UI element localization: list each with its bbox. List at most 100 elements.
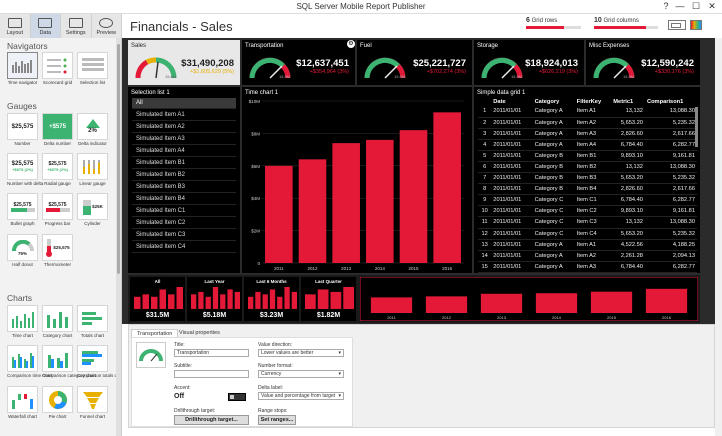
navigator-timeline[interactable]: 2011 2012 2013 2014 2015 2016 bbox=[360, 277, 698, 321]
grid-rows-control[interactable]: 6 Grid rows bbox=[526, 17, 557, 24]
table-row[interactable]: 13 2011/01/01 Category A Item A1 4,522.56 4,1… bbox=[478, 239, 697, 251]
grid-column-header[interactable]: Metric1 bbox=[611, 97, 645, 106]
kpi-sales[interactable]: Sales 15.8M $31,490,208 +$1,605,629 (5%) bbox=[128, 40, 240, 85]
kpi-misc-expenses[interactable]: Misc Expenses 15.9M $12,590,242 +$330,17… bbox=[586, 40, 700, 85]
table-row[interactable]: 5 2011/01/01 Category B Item B1 9,893.10 9,16… bbox=[478, 150, 697, 162]
selection-list-item[interactable]: Simulated Item A3 bbox=[132, 134, 236, 145]
selection-list-item[interactable]: Simulated Item C1 bbox=[132, 206, 236, 217]
grid-rows-slider[interactable] bbox=[526, 26, 581, 29]
tab-settings[interactable]: Settings bbox=[61, 14, 92, 38]
table-row[interactable]: 10 2011/01/01 Category C Item C2 9,893.10 9,1… bbox=[478, 205, 697, 218]
set-ranges-button[interactable]: Set ranges... bbox=[258, 415, 296, 425]
scrollbar-thumb[interactable] bbox=[117, 44, 120, 274]
time-chart[interactable]: 0 $2M $4M $6M $8M $10M 2011 2012 2013 2014 2015 201… bbox=[242, 87, 472, 273]
tile-delta-indicator[interactable]: 2% Delta indicator bbox=[77, 113, 108, 148]
tile-funnel-chart[interactable]: Funnel chart bbox=[77, 386, 108, 421]
table-row[interactable]: 6 2011/01/01 Category B Item B2 13,132 13,088… bbox=[478, 161, 697, 174]
grid-column-header[interactable]: Category bbox=[533, 97, 575, 106]
tab-preview[interactable]: Preview bbox=[92, 14, 122, 38]
gallery-scrollbar[interactable] bbox=[116, 38, 121, 436]
time-chart-bar[interactable] bbox=[433, 112, 461, 263]
table-row[interactable]: 162011/01/01Category AItem A49,893.109,1… bbox=[478, 272, 697, 273]
selection-list-item[interactable]: All bbox=[132, 98, 236, 109]
table-row[interactable]: 3 2011/01/01 Category A Item A3 2,826.60 2,61… bbox=[478, 128, 697, 140]
tile-comparison-category-chart[interactable]: Comparison category chart bbox=[42, 345, 96, 380]
time-chart-bar[interactable] bbox=[366, 139, 394, 263]
table-row[interactable]: 4 2011/01/01 Category A Item A4 6,784.40 6,28… bbox=[478, 139, 697, 151]
tile-time-chart[interactable]: Time chart bbox=[7, 305, 38, 340]
tile-selection-list[interactable]: Selection list bbox=[77, 52, 108, 87]
table-row[interactable]: 8 2011/01/01 Category B Item B4 2,826.60 2,61… bbox=[478, 183, 697, 196]
canvas-scrollbar[interactable] bbox=[715, 38, 722, 436]
close-button[interactable]: ✕ bbox=[704, 1, 720, 12]
device-layout-icon[interactable] bbox=[668, 20, 686, 30]
selection-list-item[interactable]: Simulated Item B2 bbox=[132, 170, 236, 181]
grid-columns-slider[interactable] bbox=[594, 26, 658, 29]
color-palette-icon[interactable] bbox=[690, 20, 702, 30]
selection-list-item[interactable]: Simulated Item C4 bbox=[132, 242, 236, 253]
tile-linear-gauge[interactable]: Linear gauge bbox=[77, 153, 108, 188]
selection-list-item[interactable]: Simulated Item A2 bbox=[132, 122, 236, 133]
minimize-button[interactable]: — bbox=[672, 1, 688, 11]
title-input[interactable]: Transportation bbox=[174, 349, 249, 357]
tile-progress-bar[interactable]: $25,575 Progress bar bbox=[42, 193, 73, 228]
tile-thermometer[interactable]: $25,575 Thermometer bbox=[42, 234, 73, 269]
tile-bullet-graph[interactable]: $25,575 Bullet graph bbox=[7, 193, 38, 228]
table-row[interactable]: 2 2011/01/01 Category A Item A2 5,653.20 5,23… bbox=[478, 117, 697, 129]
time-chart-bar[interactable] bbox=[399, 130, 428, 263]
time-chart-bar[interactable] bbox=[265, 165, 293, 263]
table-row[interactable]: 7 2011/01/01 Category B Item B3 5,653.20 5,23… bbox=[478, 172, 697, 185]
grid-columns-control[interactable]: 10 Grid columns bbox=[594, 17, 639, 24]
tile-totals-chart[interactable]: Totals chart bbox=[77, 305, 108, 340]
subtitle-input[interactable] bbox=[174, 370, 249, 378]
table-row[interactable]: 15 2011/01/01 Category A Item A3 6,784.40 6,2… bbox=[478, 261, 697, 273]
drillthrough-button[interactable]: Drillthrough target... bbox=[174, 415, 249, 425]
table-row[interactable]: 11 2011/01/01 Category C Item C3 13,132 13,08… bbox=[478, 216, 697, 229]
selection-list-item[interactable]: Simulated Item A1 bbox=[132, 110, 236, 121]
table-row[interactable]: 12 2011/01/01 Category C Item C4 5,653.20 5,2… bbox=[478, 228, 697, 240]
table-row[interactable]: 9 2011/01/01 Category C Item C1 6,784.40 6,28… bbox=[478, 194, 697, 207]
tile-time-navigator[interactable]: Time navigator bbox=[7, 52, 38, 87]
delta-label-select[interactable]: Value and percentage from target ▾ bbox=[258, 392, 344, 400]
kpi-fuel[interactable]: Fuel 15.9M $25,221,727 +$702,274 (3%) bbox=[357, 40, 472, 85]
tile-scorecard-grid[interactable]: Scorecard grid bbox=[42, 52, 73, 87]
grid-column-header[interactable]: FilterKey bbox=[575, 97, 612, 106]
number-format-select[interactable]: Currency ▾ bbox=[258, 370, 344, 378]
tab-layout[interactable]: Layout bbox=[0, 14, 31, 38]
accent-toggle[interactable] bbox=[228, 393, 246, 401]
gear-icon[interactable]: ⚙ bbox=[347, 40, 355, 48]
grid-column-header[interactable]: Comparison1 bbox=[645, 97, 697, 106]
tile-number[interactable]: $25,575 Number bbox=[7, 113, 38, 148]
selection-list-item[interactable]: Simulated Item C2 bbox=[132, 218, 236, 229]
tile-cylinder[interactable]: $25K Cylinder bbox=[77, 193, 108, 228]
tile-waterfall-chart[interactable]: Waterfall chart bbox=[7, 386, 38, 421]
grid-column-header[interactable]: Date bbox=[491, 97, 532, 106]
tile-comparison-totals-chart[interactable]: Comparison totals chart bbox=[77, 345, 121, 380]
tile-comparison-time-chart[interactable]: Comparison time chart bbox=[7, 345, 52, 380]
tile-number-with-delta[interactable]: $25,575 +$575 (2%) Number with delta bbox=[7, 153, 43, 188]
tile-half-donut[interactable]: 75% Half donut bbox=[7, 234, 38, 269]
table-row[interactable]: 1 2011/01/01 Category A Item A1 13,132 13,088… bbox=[478, 106, 697, 118]
time-range-tile[interactable]: Last Quarter $1.82M bbox=[301, 277, 356, 321]
selection-list-item[interactable]: Simulated Item B4 bbox=[132, 194, 236, 205]
time-range-tile[interactable]: All $31.5M bbox=[130, 277, 185, 321]
time-range-tile[interactable]: Last 6 Months $3.23M bbox=[244, 277, 299, 321]
tile-category-chart[interactable]: Category chart bbox=[42, 305, 73, 340]
grid-scrollbar[interactable] bbox=[695, 107, 698, 147]
grid-column-header[interactable] bbox=[478, 97, 491, 106]
tile-radial-gauge[interactable]: $25,575 +$575 (2%) Radial gauge bbox=[42, 153, 73, 188]
kpi-transportation[interactable]: Transportation 15.9M $12,637,451 +$354,9… bbox=[242, 40, 355, 85]
time-range-tile[interactable]: Last Year $5.18M bbox=[187, 277, 242, 321]
tile-delta-number[interactable]: +$575 Delta number bbox=[42, 113, 73, 148]
tile-pie-chart[interactable]: Pie chart bbox=[42, 386, 73, 421]
table-row[interactable]: 14 2011/01/01 Category A Item A2 2,261.28 2,0… bbox=[478, 250, 697, 262]
selection-list-item[interactable]: Simulated Item B3 bbox=[132, 182, 236, 193]
report-title[interactable]: Financials - Sales bbox=[130, 19, 233, 34]
time-chart-bar[interactable] bbox=[332, 143, 360, 263]
kpi-storage[interactable]: Storage 15.9M $18,924,013 +$626,219 (3%) bbox=[474, 40, 584, 85]
maximize-button[interactable]: ☐ bbox=[688, 1, 704, 12]
tab-visual-properties[interactable]: Visual properties bbox=[174, 329, 225, 337]
time-chart-bar[interactable] bbox=[298, 159, 327, 263]
tab-data[interactable]: Data bbox=[30, 14, 61, 38]
time-navigator[interactable]: All $31.5M Last Year $5.18M Last 6 Months $3.… bbox=[128, 275, 700, 323]
